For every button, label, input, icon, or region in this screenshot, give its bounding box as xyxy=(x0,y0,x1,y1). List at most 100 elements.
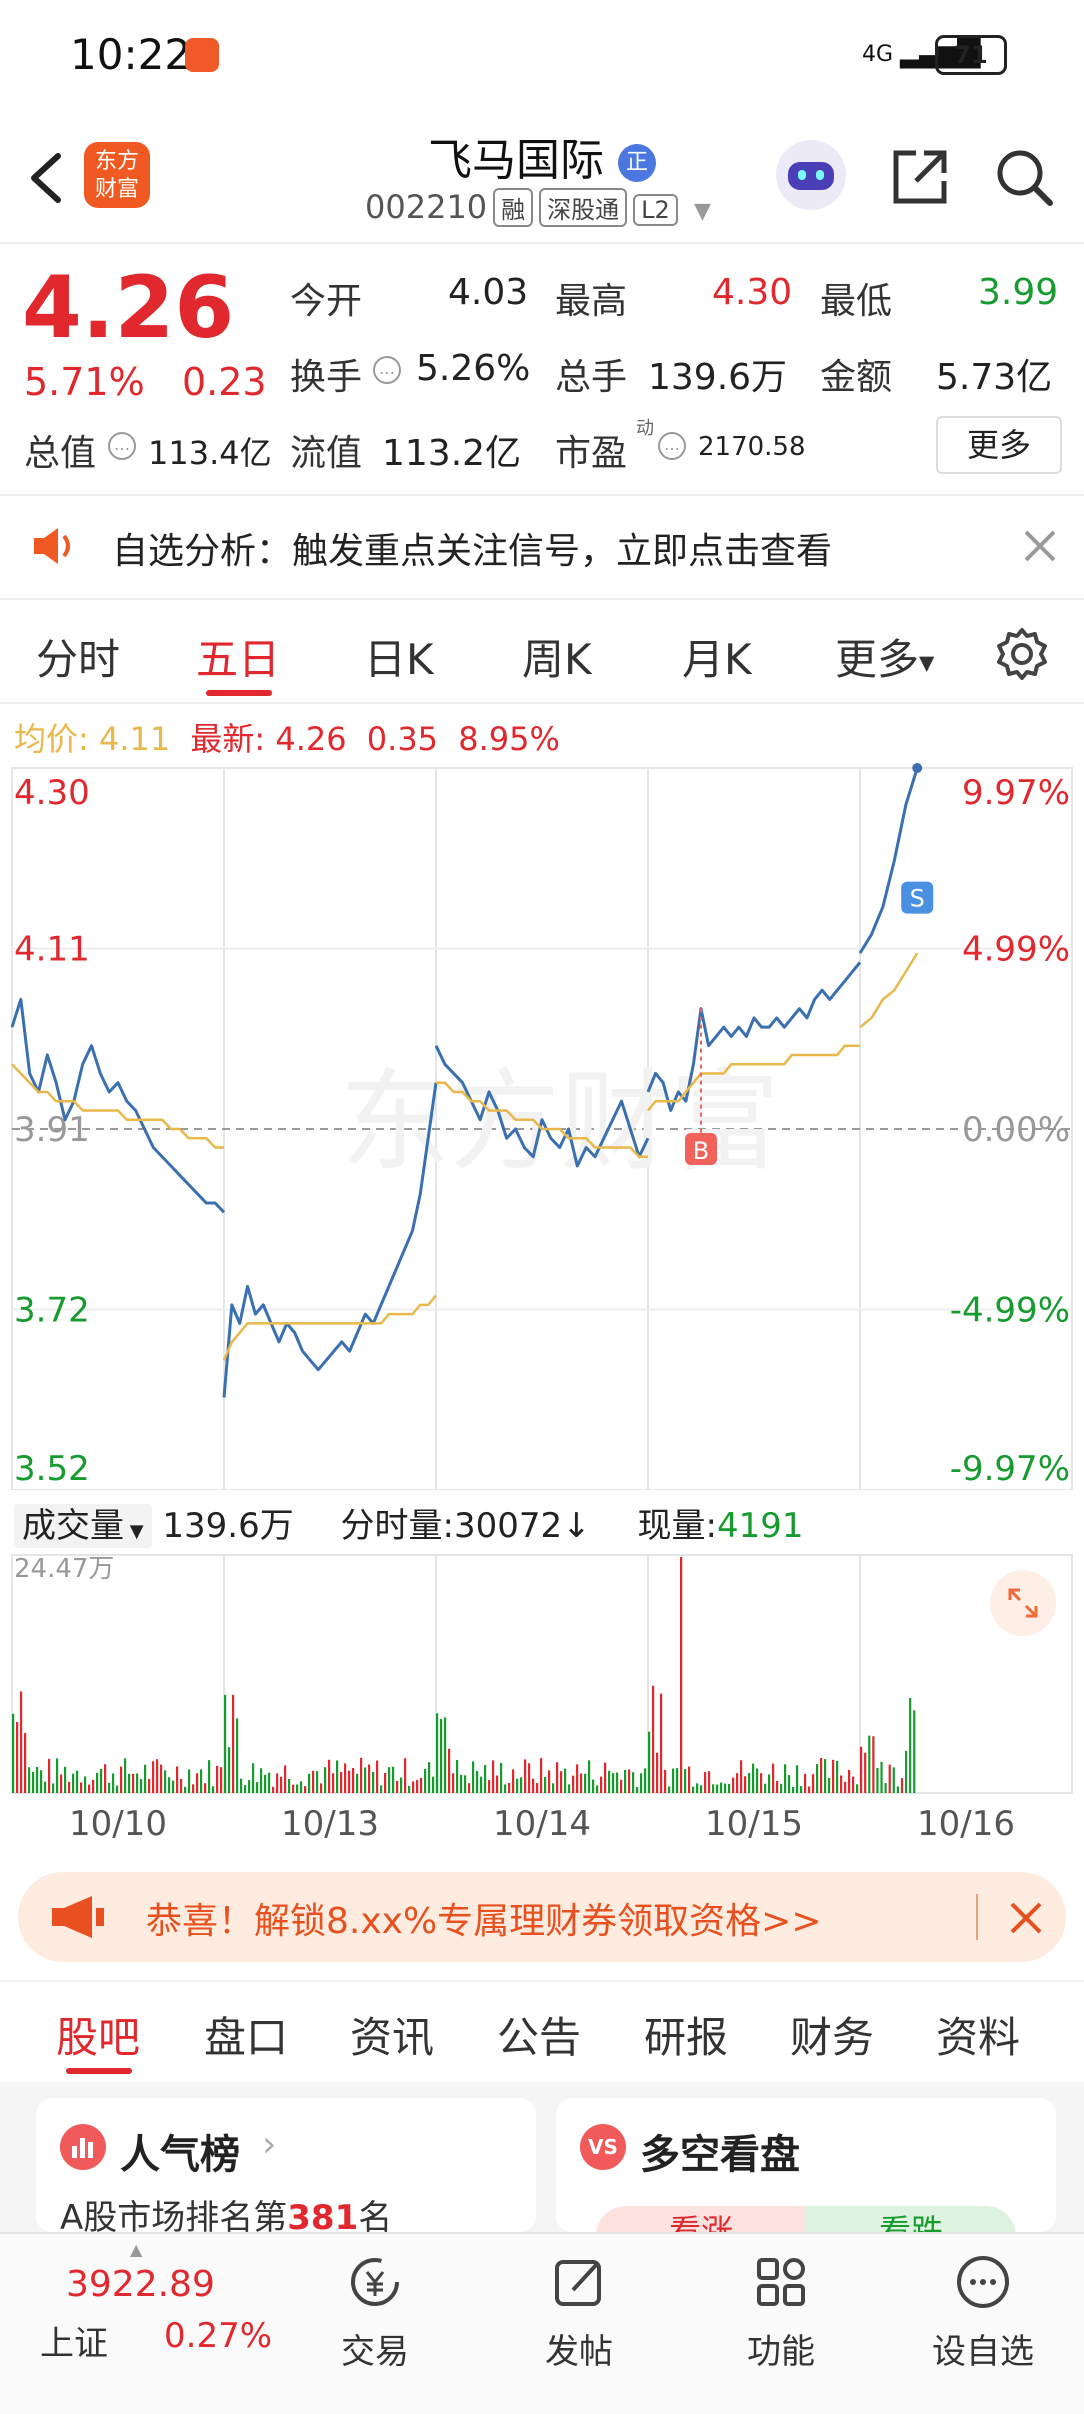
more-button[interactable]: 更多 xyxy=(936,416,1062,474)
tab-news[interactable]: 资讯 xyxy=(350,2004,434,2065)
tab-daily-k[interactable]: 日K xyxy=(364,626,434,687)
popularity-text: A股市场排名第 xyxy=(60,2198,288,2232)
volume-bar xyxy=(412,1781,415,1793)
volume-bar xyxy=(276,1773,279,1793)
volume-bar xyxy=(564,1768,567,1793)
volume-bar xyxy=(256,1782,259,1793)
volume-header: 成交量 ▼ 139.6万 分时量:30072↓ 现量:4191 xyxy=(14,1498,804,1548)
volume-bar xyxy=(216,1765,219,1793)
bull-bear-card[interactable]: VS 多空看盘 看涨 看跌 xyxy=(556,2098,1056,2232)
nav-add-watchlist-label: 设自选 xyxy=(932,2332,1034,2372)
latest-point xyxy=(912,763,923,773)
close-icon[interactable] xyxy=(1022,528,1058,564)
volume-bar xyxy=(680,1557,683,1793)
volume-bar xyxy=(880,1761,883,1793)
x-axis-label: 10/10 xyxy=(69,1804,167,1844)
settings-gear-icon[interactable] xyxy=(994,626,1050,682)
volume-bar xyxy=(272,1786,275,1793)
nav-add-watchlist[interactable]: 设自选 xyxy=(908,2254,1058,2373)
volume-selector[interactable]: 成交量 ▼ xyxy=(14,1504,152,1548)
tab-research[interactable]: 研报 xyxy=(644,2004,728,2065)
notice-text[interactable]: 自选分析：触发重点关注信号，立即点击查看 xyxy=(112,522,832,574)
close-icon[interactable] xyxy=(1008,1900,1044,1936)
volume-bar xyxy=(404,1758,407,1793)
volume-bar xyxy=(108,1782,111,1793)
tab-more[interactable]: 更多▼ xyxy=(835,626,934,687)
nav-functions[interactable]: 功能 xyxy=(706,2254,856,2373)
volume-bar xyxy=(664,1769,667,1793)
volume-bar xyxy=(220,1767,223,1793)
latest-percent: 8.95% xyxy=(458,720,560,758)
search-icon[interactable] xyxy=(992,145,1056,209)
volume-bar xyxy=(520,1777,523,1793)
open-value: 4.03 xyxy=(448,272,529,313)
info-icon[interactable]: … xyxy=(658,432,686,460)
volume-bar xyxy=(732,1777,735,1793)
nav-post[interactable]: 发帖 xyxy=(504,2254,654,2373)
volume-bar xyxy=(120,1766,123,1793)
avg-label: 均价: xyxy=(14,720,89,758)
index-name[interactable]: 上证 xyxy=(40,2316,108,2365)
volume-bar xyxy=(60,1774,63,1793)
volume-bar xyxy=(224,1694,227,1793)
volume-bar xyxy=(188,1769,191,1793)
volume-bar xyxy=(848,1769,851,1793)
expand-icon[interactable] xyxy=(990,1570,1056,1636)
battery-icon: 71 xyxy=(935,35,1007,75)
volume-bar xyxy=(708,1771,711,1793)
volume-bar xyxy=(340,1772,343,1793)
assistant-robot-icon[interactable] xyxy=(776,140,846,210)
volume-bar xyxy=(432,1776,435,1793)
tab-finance[interactable]: 财务 xyxy=(790,2004,874,2065)
volume-bar xyxy=(768,1774,771,1793)
volume-bar xyxy=(444,1717,447,1793)
tab-monthly-k[interactable]: 月K xyxy=(682,626,752,687)
verified-badge: 正 xyxy=(618,144,656,182)
volume-bar xyxy=(100,1768,103,1793)
dropdown-icon[interactable]: ▼ xyxy=(694,199,711,224)
status-time: 10:22 xyxy=(70,30,192,79)
volume-bar xyxy=(128,1773,131,1793)
volume-bar xyxy=(180,1778,183,1793)
volume-bar xyxy=(380,1785,383,1793)
tab-weekly-k[interactable]: 周K xyxy=(522,626,592,687)
tab-profile[interactable]: 资料 xyxy=(936,2004,1020,2065)
divider xyxy=(0,702,1084,704)
change-amount: 0.23 xyxy=(182,360,267,404)
tab-five-day[interactable]: 五日 xyxy=(196,626,280,687)
tab-pankou[interactable]: 盘口 xyxy=(204,2004,288,2065)
info-icon[interactable]: … xyxy=(108,432,136,460)
volume-bar xyxy=(112,1773,115,1793)
tab-guba[interactable]: 股吧 xyxy=(56,2004,140,2065)
bull-button[interactable]: 看涨 xyxy=(596,2206,806,2232)
volume-bar xyxy=(812,1774,815,1793)
five-day-price-chart[interactable]: 东方财富 4.30 4.11 3.91 3.72 3.52 9.97% 4.99% 0.00%… xyxy=(0,760,1084,1490)
volume-bar xyxy=(796,1765,799,1793)
info-icon[interactable]: … xyxy=(373,356,401,384)
volume-bars xyxy=(12,1557,916,1793)
volume-bar xyxy=(104,1764,107,1793)
index-percent[interactable]: 0.27% xyxy=(164,2316,272,2356)
popularity-card[interactable]: 人气榜 › A股市场排名第381名 xyxy=(36,2098,536,2232)
y-tick-right: 9.97% xyxy=(962,773,1070,813)
nav-trade[interactable]: 交易 xyxy=(300,2254,450,2373)
share-icon[interactable] xyxy=(888,145,952,209)
volume-bar xyxy=(660,1693,663,1793)
index-value[interactable]: 3922.89 xyxy=(66,2264,215,2305)
y-tick-left: 3.91 xyxy=(14,1110,90,1150)
volume-bar xyxy=(280,1776,283,1793)
volume-bar xyxy=(832,1759,835,1793)
turnover-value: 5.26% xyxy=(416,348,531,389)
bear-button[interactable]: 看跌 xyxy=(806,2206,1016,2232)
volume-bar xyxy=(720,1782,723,1793)
volume-bar xyxy=(400,1777,403,1793)
volume-bar xyxy=(684,1769,687,1793)
volume-label: 总手 xyxy=(555,357,628,398)
speaker-icon xyxy=(34,528,70,564)
volume-bar xyxy=(44,1781,47,1793)
tab-announcements[interactable]: 公告 xyxy=(497,2004,581,2065)
promo-banner[interactable]: 恭喜！解锁8.xx%专属理财券领取资格>> xyxy=(18,1872,1066,1962)
tab-intraday[interactable]: 分时 xyxy=(36,626,120,687)
volume-bar xyxy=(316,1771,319,1793)
volume-chart[interactable]: 24.47万 10/10 10/13 10/14 10/15 10/16 xyxy=(0,1545,1084,1845)
